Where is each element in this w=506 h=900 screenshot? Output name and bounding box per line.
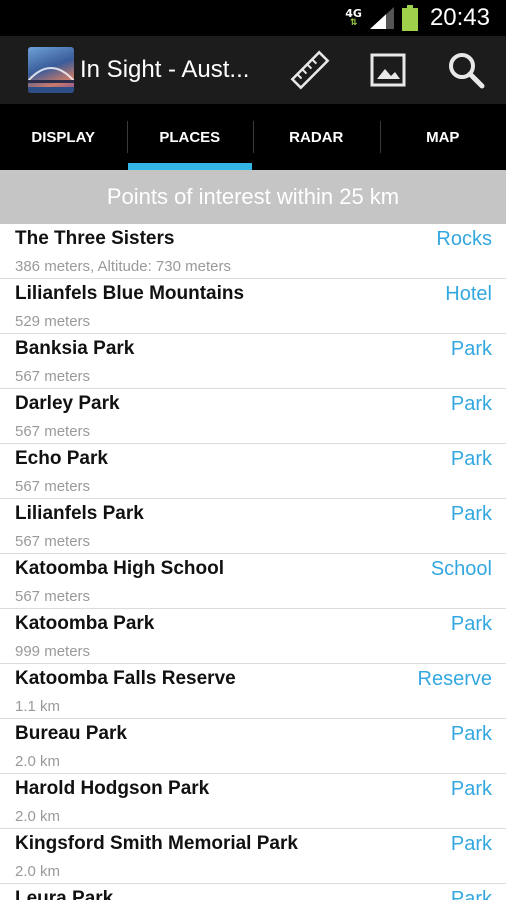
- place-name: Katoomba Park: [15, 613, 155, 634]
- list-item[interactable]: Lilianfels Park 567 meters Park: [0, 499, 506, 554]
- section-header: Points of interest within 25 km: [0, 170, 506, 224]
- place-category: Rocks: [436, 228, 492, 250]
- place-category: Park: [450, 833, 492, 855]
- battery-icon: [401, 5, 418, 31]
- bridge-icon: [28, 67, 74, 93]
- list-item[interactable]: Katoomba High School 567 meters School: [0, 554, 506, 609]
- status-bar: 4G ⇅ 20:43: [0, 0, 506, 36]
- ruler-icon: [290, 50, 330, 90]
- app-logo[interactable]: [28, 47, 74, 93]
- place-category: Park: [450, 723, 492, 745]
- tab-display[interactable]: DISPLAY: [0, 104, 127, 170]
- list-item[interactable]: Harold Hodgson Park 2.0 km Park: [0, 774, 506, 829]
- place-category: Park: [450, 393, 492, 415]
- place-distance: 386 meters, Altitude: 730 meters: [15, 258, 231, 275]
- tab-bar: DISPLAY PLACES RADAR MAP: [0, 104, 506, 170]
- place-distance: 567 meters: [15, 423, 91, 440]
- list-item[interactable]: Kingsford Smith Memorial Park 2.0 km Par…: [0, 829, 506, 884]
- ruler-button[interactable]: [288, 48, 332, 92]
- image-icon: [370, 53, 406, 87]
- list-item[interactable]: Leura Park Park: [0, 884, 506, 900]
- data-arrows-icon: ⇅: [349, 18, 358, 28]
- place-category: Park: [450, 503, 492, 525]
- place-distance: 2.0 km: [15, 753, 61, 770]
- app-title: In Sight - Aust...: [80, 56, 250, 83]
- place-category: Park: [450, 888, 492, 900]
- list-item[interactable]: Banksia Park 567 meters Park: [0, 334, 506, 389]
- tab-map[interactable]: MAP: [379, 104, 506, 170]
- place-distance: 1.1 km: [15, 698, 61, 715]
- place-category: School: [430, 558, 492, 580]
- place-name: Harold Hodgson Park: [15, 778, 210, 799]
- place-distance: 2.0 km: [15, 808, 61, 825]
- place-name: Bureau Park: [15, 723, 127, 744]
- place-category: Park: [450, 338, 492, 360]
- list-item[interactable]: Echo Park 567 meters Park: [0, 444, 506, 499]
- list-item[interactable]: Katoomba Park 999 meters Park: [0, 609, 506, 664]
- network-indicator: 4G ⇅: [345, 8, 362, 28]
- place-distance: 567 meters: [15, 368, 91, 385]
- status-clock: 20:43: [429, 4, 490, 31]
- place-distance: 529 meters: [15, 313, 91, 330]
- place-category: Park: [450, 778, 492, 800]
- list-item[interactable]: Darley Park 567 meters Park: [0, 389, 506, 444]
- tab-radar[interactable]: RADAR: [253, 104, 380, 170]
- list-item[interactable]: Katoomba Falls Reserve 1.1 km Reserve: [0, 664, 506, 719]
- place-distance: 567 meters: [15, 588, 91, 605]
- tab-places[interactable]: PLACES: [126, 104, 254, 170]
- place-name: Darley Park: [15, 393, 120, 414]
- list-item[interactable]: Lilianfels Blue Mountains 529 meters Hot…: [0, 279, 506, 334]
- place-name: Kingsford Smith Memorial Park: [15, 833, 298, 854]
- action-bar: In Sight - Aust...: [0, 36, 506, 104]
- place-name: Lilianfels Park: [15, 503, 144, 524]
- place-name: Echo Park: [15, 448, 108, 469]
- place-name: The Three Sisters: [15, 228, 175, 249]
- place-category: Park: [450, 448, 492, 470]
- place-category: Hotel: [445, 283, 492, 305]
- signal-icon: [369, 7, 394, 29]
- place-name: Banksia Park: [15, 338, 135, 359]
- search-icon: [449, 53, 485, 89]
- place-distance: 999 meters: [15, 643, 91, 660]
- place-name: Leura Park: [15, 888, 114, 900]
- place-name: Katoomba High School: [15, 558, 224, 579]
- places-list[interactable]: The Three Sisters 386 meters, Altitude: …: [0, 224, 506, 900]
- place-distance: 567 meters: [15, 533, 91, 550]
- list-item[interactable]: The Three Sisters 386 meters, Altitude: …: [0, 224, 506, 279]
- place-name: Katoomba Falls Reserve: [15, 668, 236, 689]
- list-item[interactable]: Bureau Park 2.0 km Park: [0, 719, 506, 774]
- place-distance: 2.0 km: [15, 863, 61, 880]
- search-button[interactable]: [444, 48, 488, 92]
- image-button[interactable]: [366, 48, 410, 92]
- place-category: Park: [450, 613, 492, 635]
- place-distance: 567 meters: [15, 478, 91, 495]
- place-category: Reserve: [417, 668, 492, 690]
- place-name: Lilianfels Blue Mountains: [15, 283, 245, 304]
